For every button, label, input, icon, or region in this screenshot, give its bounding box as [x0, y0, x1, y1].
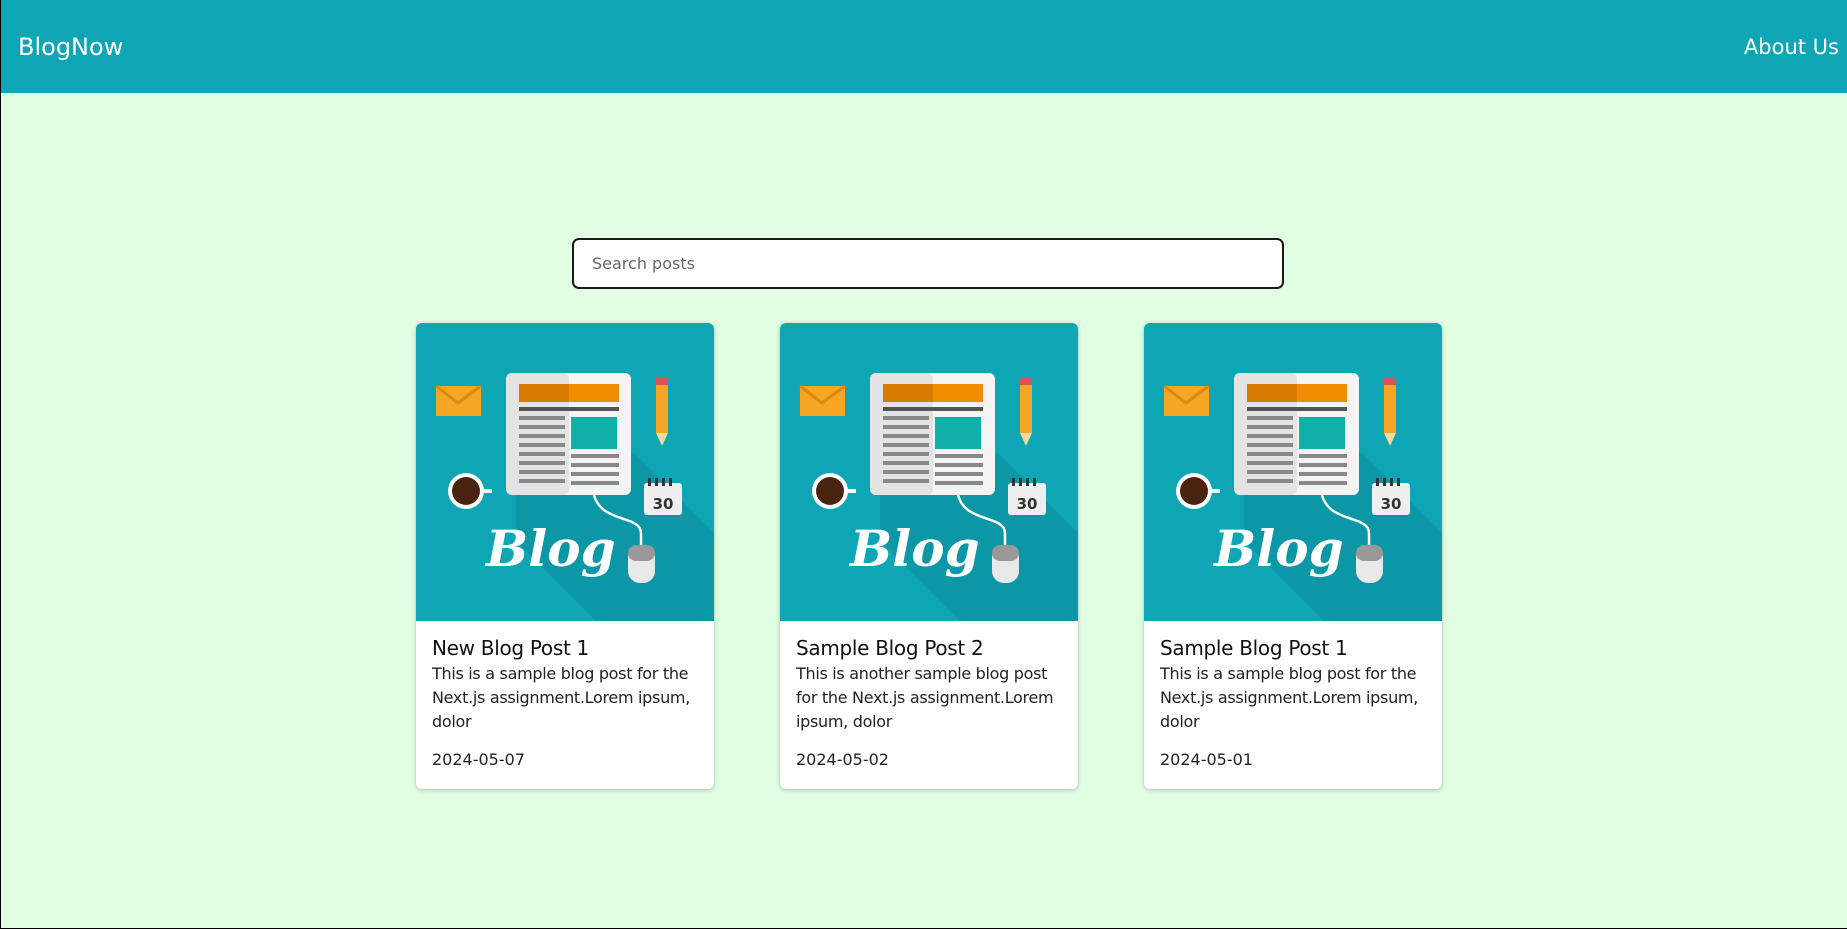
brand-logo[interactable]: BlogNow [18, 33, 123, 61]
post-description: This is another sample blog post for the… [796, 664, 1054, 731]
post-card-body: Sample Blog Post 1 This is a sample blog… [1144, 621, 1442, 769]
post-date: 2024-05-01 [1160, 750, 1253, 769]
post-description: This is a sample blog post for the Next.… [1160, 664, 1418, 731]
post-title[interactable]: Sample Blog Post 1 [1160, 636, 1426, 660]
post-card[interactable]: 30 Blog Sample Blog Post 2 This is anoth… [780, 323, 1078, 789]
calendar-day-label: 30 [1381, 495, 1402, 513]
post-card[interactable]: 30 Blog Sample Blog Post 1 This is a sam… [1144, 323, 1442, 789]
search-input[interactable] [572, 238, 1284, 289]
blog-word: Blog [1212, 519, 1344, 578]
post-date: 2024-05-07 [432, 750, 525, 769]
blog-word: Blog [848, 519, 980, 578]
about-us-link[interactable]: About Us [1744, 35, 1839, 59]
blog-thumbnail-image: 30 Blog [780, 323, 1078, 621]
post-date: 2024-05-02 [796, 750, 889, 769]
post-description: This is a sample blog post for the Next.… [432, 664, 690, 731]
page: BlogNow About Us Search posts 30 Blog Ne… [1, 0, 1847, 928]
calendar-day-label: 30 [653, 495, 674, 513]
calendar-day-label: 30 [1017, 495, 1038, 513]
blog-thumbnail-image: 30 Blog [1144, 323, 1442, 621]
post-card[interactable]: 30 Blog New Blog Post 1 This is a sample… [416, 323, 714, 789]
post-card-body: Sample Blog Post 2 This is another sampl… [780, 621, 1078, 769]
post-title[interactable]: Sample Blog Post 2 [796, 636, 1062, 660]
navbar: BlogNow About Us [1, 0, 1847, 93]
post-card-body: New Blog Post 1 This is a sample blog po… [416, 621, 714, 769]
blog-thumbnail-image: 30 Blog [416, 323, 714, 621]
blog-word: Blog [484, 519, 616, 578]
post-title[interactable]: New Blog Post 1 [432, 636, 698, 660]
